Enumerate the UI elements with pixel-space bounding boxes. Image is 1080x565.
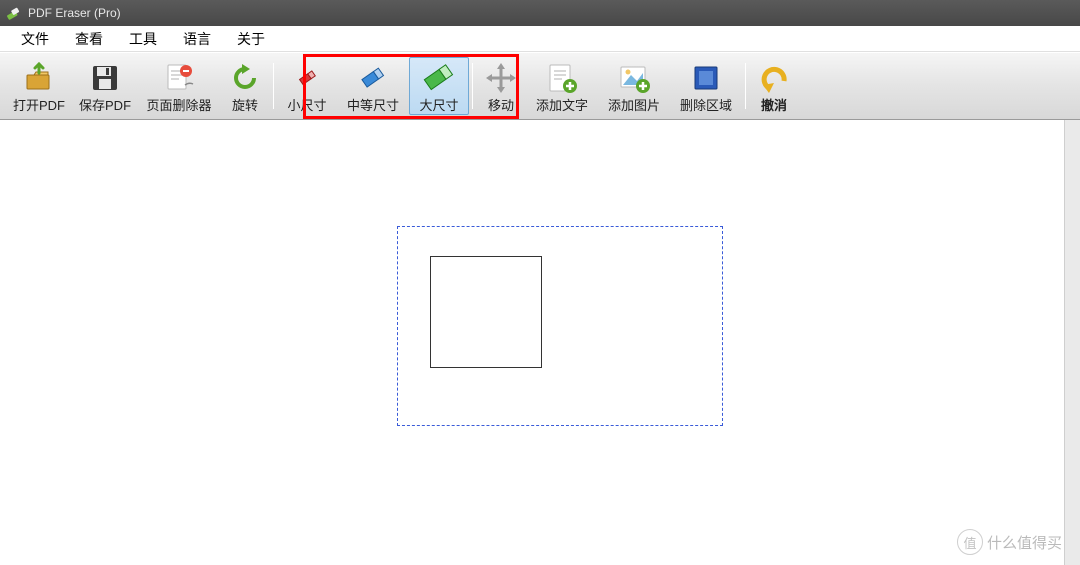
medium-eraser-icon — [356, 61, 390, 95]
add-image-label: 添加图片 — [608, 95, 660, 114]
add-text-label: 添加文字 — [536, 95, 588, 114]
move-arrows-icon — [484, 61, 518, 95]
menu-language[interactable]: 语言 — [170, 26, 224, 52]
save-floppy-icon — [88, 61, 122, 95]
document-canvas[interactable] — [0, 120, 1080, 565]
small-size-label: 小尺寸 — [288, 95, 327, 114]
move-button[interactable]: 移动 — [476, 57, 526, 115]
toolbar-separator — [745, 63, 746, 109]
large-size-label: 大尺寸 — [420, 95, 459, 114]
eraser-app-icon — [6, 5, 22, 21]
open-folder-icon — [22, 61, 56, 95]
menu-file[interactable]: 文件 — [8, 26, 62, 52]
delete-area-label: 删除区域 — [680, 95, 732, 114]
watermark: 值 什么值得买 — [957, 529, 1062, 555]
toolbar-separator — [273, 63, 274, 109]
undo-label: 撤消 — [761, 95, 787, 114]
drawn-rectangle — [430, 256, 542, 368]
large-eraser-icon — [422, 61, 456, 95]
delete-area-icon — [689, 61, 723, 95]
add-image-button[interactable]: 添加图片 — [598, 57, 670, 115]
medium-size-label: 中等尺寸 — [347, 95, 399, 114]
small-size-button[interactable]: 小尺寸 — [277, 57, 337, 115]
vertical-scrollbar[interactable] — [1064, 120, 1080, 565]
rotate-icon — [228, 61, 262, 95]
small-eraser-icon — [290, 61, 324, 95]
delete-area-button[interactable]: 删除区域 — [670, 57, 742, 115]
titlebar: PDF Eraser (Pro) — [0, 0, 1080, 26]
watermark-text: 什么值得买 — [987, 532, 1062, 553]
watermark-badge-icon: 值 — [957, 529, 983, 555]
rotate-label: 旋转 — [232, 95, 258, 114]
move-label: 移动 — [488, 95, 514, 114]
menubar: 文件 查看 工具 语言 关于 — [0, 26, 1080, 52]
menu-view[interactable]: 查看 — [62, 26, 116, 52]
undo-button[interactable]: 撤消 — [749, 57, 799, 115]
page-deleter-button[interactable]: 页面删除器 — [138, 57, 220, 115]
toolbar-separator — [472, 63, 473, 109]
menu-about[interactable]: 关于 — [224, 26, 278, 52]
save-pdf-label: 保存PDF — [79, 95, 131, 114]
page-delete-icon — [162, 61, 196, 95]
save-pdf-button[interactable]: 保存PDF — [72, 57, 138, 115]
add-text-button[interactable]: 添加文字 — [526, 57, 598, 115]
add-text-icon — [545, 61, 579, 95]
page-deleter-label: 页面删除器 — [147, 95, 212, 114]
undo-arrow-icon — [757, 61, 791, 95]
add-image-icon — [617, 61, 651, 95]
toolbar: 打开PDF 保存PDF 页面删除器 — [0, 52, 1080, 120]
large-size-button[interactable]: 大尺寸 — [409, 57, 469, 115]
open-pdf-button[interactable]: 打开PDF — [6, 57, 72, 115]
rotate-button[interactable]: 旋转 — [220, 57, 270, 115]
menu-tools[interactable]: 工具 — [116, 26, 170, 52]
app-title: PDF Eraser (Pro) — [28, 6, 121, 20]
open-pdf-label: 打开PDF — [13, 95, 65, 114]
medium-size-button[interactable]: 中等尺寸 — [337, 57, 409, 115]
